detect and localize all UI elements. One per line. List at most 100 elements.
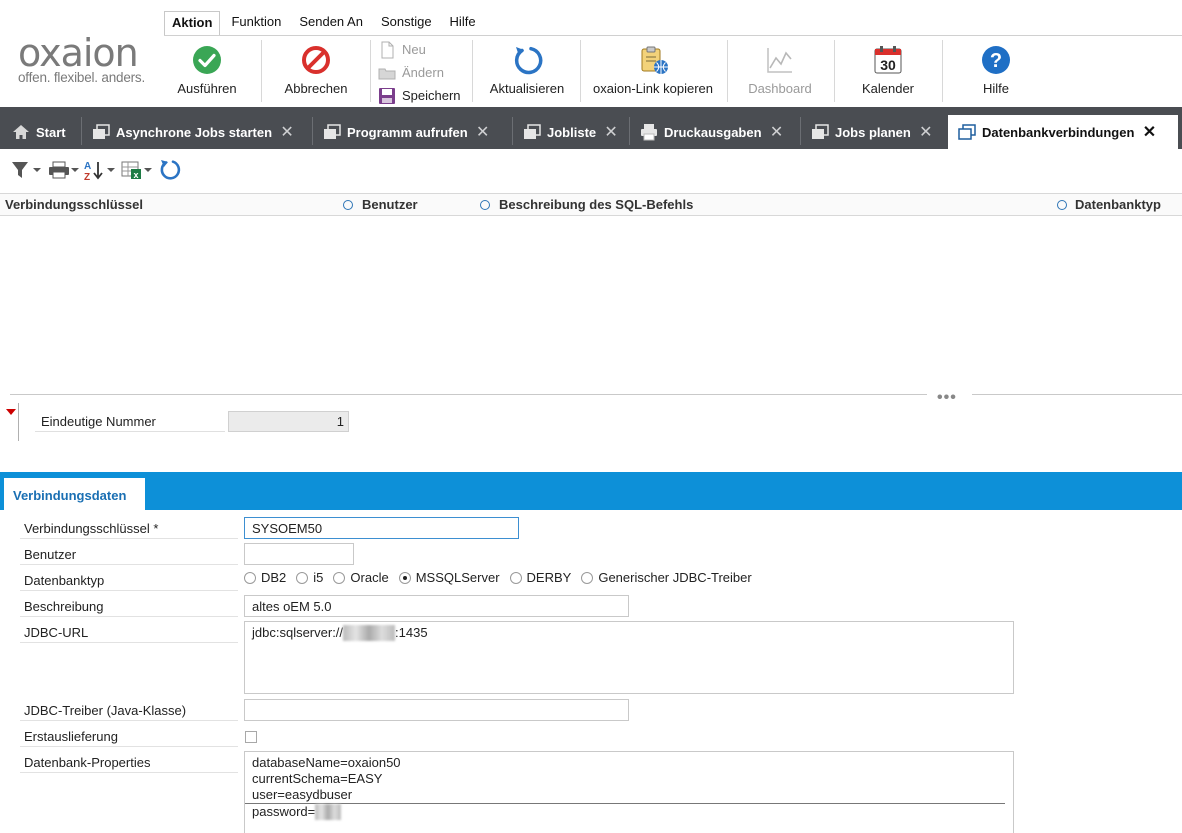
radio-mssqlserver[interactable]: MSSQLServer xyxy=(398,570,500,585)
description-label: Beschreibung xyxy=(24,599,104,614)
collapse-guide xyxy=(18,403,19,441)
tab-start[interactable]: Start xyxy=(2,115,80,149)
menu-hilfe[interactable]: Hilfe xyxy=(443,11,483,35)
window-icon xyxy=(958,124,976,140)
splitter-handle-icon[interactable]: ••• xyxy=(937,389,957,407)
print-icon[interactable] xyxy=(47,159,81,181)
sort-az-icon[interactable]: A Z xyxy=(83,159,117,181)
excel-export-icon[interactable]: x xyxy=(120,159,154,181)
tab-async-jobs[interactable]: Asynchrone Jobs starten ✕ xyxy=(82,115,312,149)
user-input[interactable] xyxy=(244,543,354,565)
first-delivery-label: Erstauslieferung xyxy=(24,729,118,744)
collapse-triangle-icon[interactable] xyxy=(6,409,16,415)
edit-label: Ändern xyxy=(402,65,444,80)
close-icon[interactable]: ✕ xyxy=(476,122,490,142)
window-icon xyxy=(524,124,541,139)
help-label: Hilfe xyxy=(982,81,1009,96)
copy-link-button[interactable]: oxaion-Link kopieren xyxy=(585,36,721,106)
oxaion-logo: oxaion offen. flexibel. anders. xyxy=(18,34,148,85)
radio-generic-jdbc[interactable]: Generischer JDBC-Treiber xyxy=(581,570,752,585)
description-input[interactable] xyxy=(244,595,629,617)
column-header-dbtype[interactable]: Datenbanktyp xyxy=(1075,197,1161,212)
tab-label: Datenbankverbindungen xyxy=(982,124,1135,140)
radio-derby[interactable]: DERBY xyxy=(509,570,571,585)
edit-button[interactable]: Ändern xyxy=(378,61,470,84)
menu-sonstige[interactable]: Sonstige xyxy=(374,11,439,35)
dashboard-label: Dashboard xyxy=(748,81,812,96)
refresh-label: Aktualisieren xyxy=(489,81,565,96)
jdbc-url-textarea[interactable]: jdbc:sqlserver://xxxxxxxx:1435 xyxy=(244,621,1014,694)
user-label: Benutzer xyxy=(24,547,77,562)
section-tab-bar xyxy=(0,472,1182,510)
calendar-label: Kalender xyxy=(861,81,915,96)
svg-text:Z: Z xyxy=(84,172,90,181)
ribbon-separator xyxy=(472,40,473,102)
column-sort-icon[interactable] xyxy=(480,200,490,210)
column-header-key[interactable]: Verbindungsschlüssel xyxy=(5,197,143,212)
tab-connection-data[interactable]: Verbindungsdaten xyxy=(4,478,145,511)
menu-senden-an[interactable]: Senden An xyxy=(292,11,370,35)
help-button[interactable]: ? Hilfe xyxy=(950,36,1042,106)
column-sort-icon[interactable] xyxy=(343,200,353,210)
tab-label: Programm aufrufen xyxy=(347,124,468,140)
close-icon[interactable]: ✕ xyxy=(280,122,294,142)
floppy-disk-icon xyxy=(379,87,395,104)
logo-word: oxaion xyxy=(18,31,139,75)
tab-label: Asynchrone Jobs starten xyxy=(116,124,273,140)
db-properties-textarea[interactable]: databaseName=oxaion50 currentSchema=EASY… xyxy=(244,751,1014,833)
new-button[interactable]: Neu xyxy=(378,38,470,61)
tab-plan-jobs[interactable]: Jobs planen ✕ xyxy=(801,115,945,149)
key-label: Verbindungsschlüssel * xyxy=(24,521,159,536)
key-input[interactable] xyxy=(244,517,519,539)
ribbon-separator xyxy=(370,40,371,102)
tab-database-connections[interactable]: Datenbankverbindungen ✕ xyxy=(948,115,1178,149)
logo-tagline: offen. flexibel. anders. xyxy=(18,70,146,85)
unique-number-field: 1 xyxy=(228,411,349,432)
execute-button[interactable]: Ausführen xyxy=(160,36,254,106)
column-header-description[interactable]: Beschreibung des SQL-Befehls xyxy=(499,197,693,212)
pane-splitter[interactable]: ••• xyxy=(10,389,1182,406)
close-icon[interactable]: ✕ xyxy=(1142,122,1156,142)
close-icon[interactable]: ✕ xyxy=(919,122,933,142)
radio-oracle[interactable]: Oracle xyxy=(333,570,389,585)
dashboard-button[interactable]: Dashboard xyxy=(734,36,826,106)
radio-db2[interactable]: DB2 xyxy=(244,570,286,585)
calendar-button[interactable]: 30 Kalender xyxy=(842,36,934,106)
window-icon xyxy=(93,124,110,139)
record-actions: Neu Ändern Speichern xyxy=(378,38,470,107)
execute-label: Ausführen xyxy=(177,81,237,96)
redacted-host: xxxxxxxx xyxy=(343,625,396,641)
save-button[interactable]: Speichern xyxy=(378,84,470,107)
tab-job-list[interactable]: Jobliste ✕ xyxy=(513,115,629,149)
ribbon-separator xyxy=(942,40,943,102)
close-icon[interactable]: ✕ xyxy=(604,122,618,142)
tab-program-call[interactable]: Programm aufrufen ✕ xyxy=(313,115,512,149)
clipboard-link-icon xyxy=(641,46,668,74)
column-sort-icon[interactable] xyxy=(1057,200,1067,210)
ribbon: oxaion offen. flexibel. anders. Aktion F… xyxy=(0,0,1182,107)
svg-text:A: A xyxy=(84,161,91,172)
filter-icon[interactable] xyxy=(10,159,44,181)
svg-text:?: ? xyxy=(990,50,1002,72)
home-icon xyxy=(13,125,29,139)
ribbon-separator xyxy=(727,40,728,102)
column-header-user[interactable]: Benutzer xyxy=(362,197,418,212)
first-delivery-checkbox[interactable] xyxy=(245,731,257,743)
refresh-icon[interactable] xyxy=(158,159,182,181)
dbtype-radio-group: DB2 i5 Oracle MSSQLServer DERBY Generisc… xyxy=(244,570,762,585)
document-tab-bar: Start Asynchrone Jobs starten ✕ Programm… xyxy=(0,107,1182,149)
cancel-button[interactable]: Abbrechen xyxy=(270,36,362,106)
tab-label: Start xyxy=(36,124,66,140)
tab-label: Jobs planen xyxy=(835,124,911,140)
refresh-button[interactable]: Aktualisieren xyxy=(480,36,574,106)
tab-print-outputs[interactable]: Druckausgaben ✕ xyxy=(630,115,800,149)
jdbc-driver-input[interactable] xyxy=(244,699,629,721)
refresh-icon xyxy=(514,46,543,75)
radio-i5[interactable]: i5 xyxy=(296,570,323,585)
close-icon[interactable]: ✕ xyxy=(770,122,784,142)
menu-aktion[interactable]: Aktion xyxy=(164,11,221,36)
window-icon xyxy=(812,124,829,139)
svg-text:x: x xyxy=(133,170,138,180)
menu-funktion[interactable]: Funktion xyxy=(224,11,288,35)
grid-body[interactable] xyxy=(0,216,1182,394)
